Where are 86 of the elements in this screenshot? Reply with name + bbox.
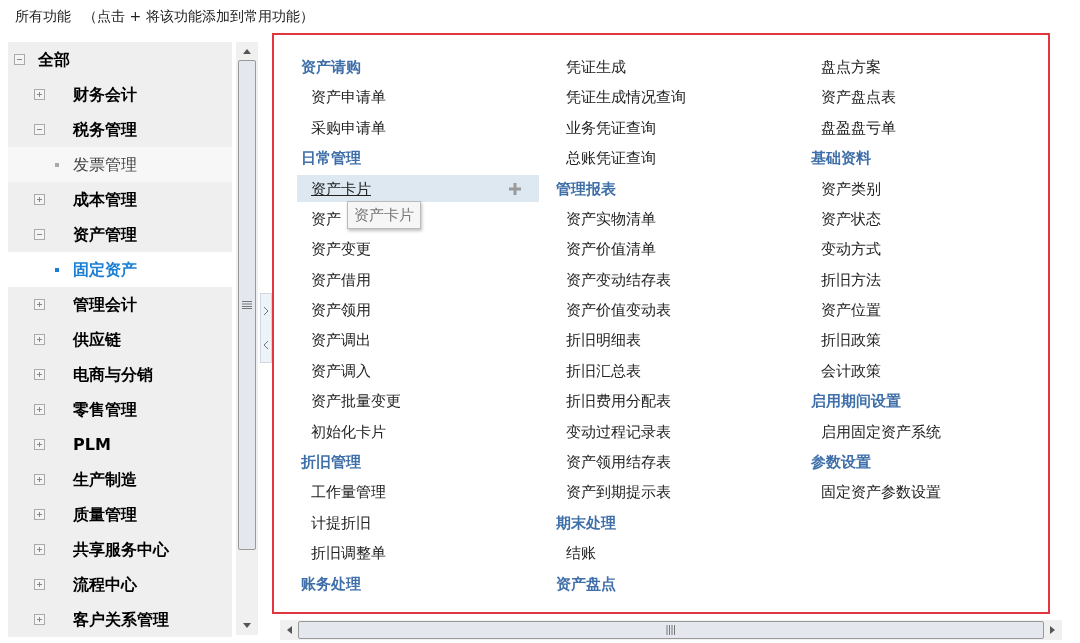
expand-icon[interactable] bbox=[34, 474, 45, 485]
section-heading: 期末处理 bbox=[556, 512, 616, 534]
function-item[interactable]: 资产价值变动表 bbox=[566, 299, 671, 322]
grip-icon bbox=[666, 625, 676, 635]
section-heading: 管理报表 bbox=[556, 178, 616, 200]
function-item[interactable]: 资产状态 bbox=[821, 207, 881, 231]
function-item[interactable]: 结账 bbox=[566, 542, 596, 565]
function-item[interactable]: 折旧费用分配表 bbox=[566, 390, 671, 413]
expand-icon[interactable] bbox=[34, 614, 45, 625]
chevron-left-icon[interactable] bbox=[263, 340, 269, 350]
function-item[interactable]: 资产价值清单 bbox=[566, 238, 656, 261]
panel-title: 所有功能 bbox=[15, 7, 71, 26]
function-item[interactable]: 凭证生成情况查询 bbox=[566, 86, 686, 109]
function-item[interactable]: 固定资产参数设置 bbox=[821, 481, 941, 504]
tree-node[interactable]: 全部 bbox=[38, 47, 70, 72]
hint-text: （点击 + 将该功能添加到常用功能） bbox=[83, 7, 314, 26]
function-item[interactable]: 盘点方案 bbox=[821, 55, 881, 79]
scroll-thumb[interactable] bbox=[238, 60, 256, 550]
function-item[interactable]: 盘盈盘亏单 bbox=[821, 116, 896, 140]
bullet-icon bbox=[55, 267, 59, 272]
section-heading: 启用期间设置 bbox=[811, 391, 901, 413]
vertical-scrollbar[interactable] bbox=[236, 42, 258, 635]
function-item[interactable]: 折旧汇总表 bbox=[566, 359, 641, 383]
bullet-icon bbox=[55, 162, 59, 167]
expand-icon[interactable] bbox=[34, 299, 45, 310]
function-item[interactable]: 资产调入 bbox=[311, 359, 371, 383]
function-item[interactable]: 计提折旧 bbox=[311, 511, 371, 535]
expand-icon[interactable] bbox=[34, 544, 45, 555]
function-item[interactable]: 资产位置 bbox=[821, 299, 881, 322]
collapse-icon[interactable] bbox=[34, 124, 45, 135]
function-item[interactable]: 折旧方法 bbox=[821, 268, 881, 292]
function-item[interactable]: 变动过程记录表 bbox=[566, 420, 671, 444]
expand-icon[interactable] bbox=[34, 579, 45, 590]
collapse-icon[interactable] bbox=[34, 229, 45, 240]
function-item[interactable]: 资产领用 bbox=[311, 299, 371, 322]
expand-icon[interactable] bbox=[34, 334, 45, 345]
section-heading: 折旧管理 bbox=[301, 452, 361, 473]
function-item[interactable]: 凭证生成 bbox=[566, 55, 626, 79]
function-item[interactable]: 资产到期提示表 bbox=[566, 481, 671, 504]
function-item[interactable]: 资产变动结存表 bbox=[566, 268, 671, 292]
function-item[interactable]: 资产变更 bbox=[311, 238, 371, 261]
grip-icon bbox=[242, 301, 252, 309]
function-item[interactable]: 业务凭证查询 bbox=[566, 116, 656, 140]
function-item[interactable]: 采购申请单 bbox=[311, 116, 386, 140]
tree-leaf[interactable]: 发票管理 bbox=[8, 147, 232, 182]
function-item[interactable]: 总账凭证查询 bbox=[566, 147, 656, 170]
function-item[interactable]: 资产 bbox=[311, 207, 341, 231]
section-heading: 参数设置 bbox=[811, 452, 871, 473]
function-item[interactable]: 折旧明细表 bbox=[566, 329, 641, 352]
function-item[interactable]: 资产调出 bbox=[311, 329, 371, 352]
expand-icon[interactable] bbox=[34, 509, 45, 520]
expand-icon[interactable] bbox=[34, 439, 45, 450]
section-heading: 资产盘点 bbox=[556, 573, 616, 595]
function-item[interactable]: 资产卡片 bbox=[297, 175, 539, 203]
expand-icon[interactable] bbox=[34, 369, 45, 380]
section-heading: 基础资料 bbox=[811, 148, 871, 170]
function-item[interactable]: 初始化卡片 bbox=[311, 420, 386, 444]
function-item[interactable]: 资产领用结存表 bbox=[566, 451, 671, 474]
tree-node[interactable]: 供应链 bbox=[73, 327, 121, 352]
expand-icon[interactable] bbox=[34, 194, 45, 205]
function-item[interactable]: 资产实物清单 bbox=[566, 207, 656, 231]
function-item[interactable]: 启用固定资产系统 bbox=[821, 420, 941, 444]
section-heading: 日常管理 bbox=[301, 148, 361, 170]
expand-icon[interactable] bbox=[34, 404, 45, 415]
section-heading: 资产请购 bbox=[301, 56, 361, 78]
function-item[interactable]: 会计政策 bbox=[821, 359, 881, 383]
chevron-right-icon[interactable] bbox=[263, 306, 269, 316]
tree-leaf-label: 发票管理 bbox=[73, 153, 137, 176]
function-item[interactable]: 工作量管理 bbox=[311, 481, 386, 504]
splitter-handle[interactable] bbox=[260, 293, 272, 363]
function-item[interactable]: 折旧调整单 bbox=[311, 542, 386, 565]
expand-icon[interactable] bbox=[34, 89, 45, 100]
function-item-label: 资产卡片 bbox=[311, 178, 371, 200]
function-item[interactable]: 资产盘点表 bbox=[821, 86, 896, 109]
tooltip: 资产卡片 bbox=[347, 200, 421, 230]
tree-node[interactable]: PLM bbox=[73, 432, 111, 457]
function-item[interactable]: 资产借用 bbox=[311, 268, 371, 292]
function-item[interactable]: 资产申请单 bbox=[311, 86, 386, 109]
function-item[interactable]: 折旧政策 bbox=[821, 329, 881, 352]
section-heading: 账务处理 bbox=[301, 573, 361, 595]
function-item[interactable]: 资产类别 bbox=[821, 177, 881, 200]
collapse-icon[interactable] bbox=[14, 54, 25, 65]
tree-leaf-label: 固定资产 bbox=[73, 258, 137, 281]
function-item[interactable]: 资产批量变更 bbox=[311, 390, 401, 413]
add-icon[interactable] bbox=[509, 182, 521, 195]
function-item[interactable]: 变动方式 bbox=[821, 238, 881, 261]
